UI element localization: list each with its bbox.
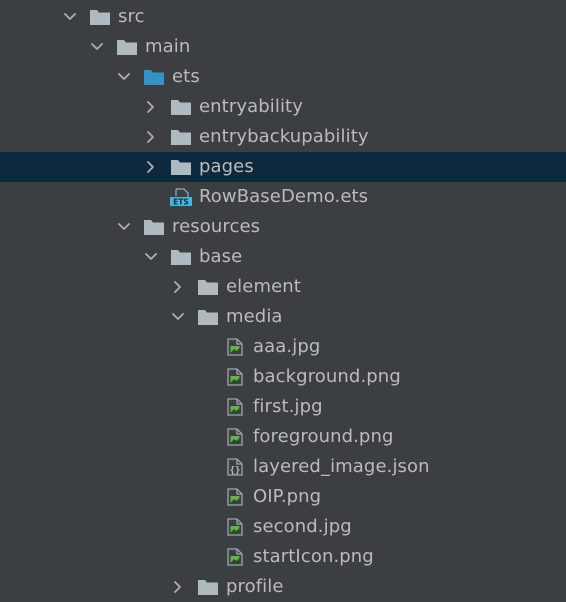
image-file-icon	[224, 518, 246, 536]
tree-item-label: foreground.png	[253, 426, 394, 447]
json-file-icon: {}	[224, 458, 246, 476]
tree-item-label: main	[145, 36, 191, 57]
folder-icon	[170, 128, 192, 146]
image-file-icon	[224, 488, 246, 506]
tree-item-label: second.jpg	[253, 516, 352, 537]
folder-icon	[170, 248, 192, 266]
tree-row-aaa-jpg[interactable]: aaa.jpg	[0, 332, 566, 362]
tree-row-resources[interactable]: resources	[0, 212, 566, 242]
tree-row-first-jpg[interactable]: first.jpg	[0, 392, 566, 422]
tree-item-label: element	[226, 276, 301, 297]
tree-item-label: media	[226, 306, 283, 327]
tree-item-label: first.jpg	[253, 396, 323, 417]
folder-icon	[170, 158, 192, 176]
svg-text:ETS: ETS	[173, 198, 189, 207]
chevron-down-icon[interactable]	[116, 219, 132, 235]
chevron-down-icon[interactable]	[170, 309, 186, 325]
image-file-icon	[224, 398, 246, 416]
tree-item-label: OIP.png	[253, 486, 322, 507]
tree-row-ets[interactable]: ets	[0, 62, 566, 92]
tree-row-oip-png[interactable]: OIP.png	[0, 482, 566, 512]
tree-item-label: pages	[199, 156, 254, 177]
chevron-right-icon[interactable]	[170, 279, 186, 295]
tree-row-second-jpg[interactable]: second.jpg	[0, 512, 566, 542]
image-file-icon	[224, 368, 246, 386]
chevron-right-icon[interactable]	[170, 579, 186, 595]
chevron-down-icon[interactable]	[143, 249, 159, 265]
image-file-icon	[224, 338, 246, 356]
folder-icon	[197, 278, 219, 296]
tree-item-label: layered_image.json	[253, 456, 430, 477]
tree-item-label: ets	[172, 66, 200, 87]
folder-icon	[197, 578, 219, 596]
tree-item-label: profile	[226, 576, 284, 597]
tree-row-pages[interactable]: pages	[0, 152, 566, 182]
tree-item-label: aaa.jpg	[253, 336, 321, 357]
image-file-icon	[224, 548, 246, 566]
chevron-down-icon[interactable]	[89, 39, 105, 55]
chevron-right-icon[interactable]	[143, 129, 159, 145]
tree-row-entryability[interactable]: entryability	[0, 92, 566, 122]
tree-row-background-png[interactable]: background.png	[0, 362, 566, 392]
chevron-right-icon[interactable]	[143, 99, 159, 115]
tree-row-main[interactable]: main	[0, 32, 566, 62]
tree-item-label: src	[118, 6, 145, 27]
tree-row-src[interactable]: src	[0, 2, 566, 32]
folder-icon	[89, 8, 111, 26]
tree-item-label: startIcon.png	[253, 546, 374, 567]
chevron-down-icon[interactable]	[62, 9, 78, 25]
ets-file-icon: ETS	[170, 188, 192, 206]
image-file-icon	[224, 428, 246, 446]
folder-icon	[116, 38, 138, 56]
source-folder-icon	[143, 68, 165, 86]
tree-row-starticon-png[interactable]: startIcon.png	[0, 542, 566, 572]
svg-text:{}: {}	[230, 466, 241, 476]
tree-row-base[interactable]: base	[0, 242, 566, 272]
tree-row-media[interactable]: media	[0, 302, 566, 332]
folder-icon	[143, 218, 165, 236]
tree-item-label: resources	[172, 216, 261, 237]
chevron-right-icon[interactable]	[143, 159, 159, 175]
tree-item-label: background.png	[253, 366, 401, 387]
chevron-down-icon[interactable]	[116, 69, 132, 85]
tree-row-layered-image-json[interactable]: {} layered_image.json	[0, 452, 566, 482]
tree-row-entrybackupability[interactable]: entrybackupability	[0, 122, 566, 152]
tree-item-label: base	[199, 246, 243, 267]
tree-item-label: entrybackupability	[199, 126, 369, 147]
tree-row-profile[interactable]: profile	[0, 572, 566, 602]
folder-icon	[197, 308, 219, 326]
tree-item-label: RowBaseDemo.ets	[199, 186, 369, 207]
tree-row-element[interactable]: element	[0, 272, 566, 302]
tree-item-label: entryability	[199, 96, 303, 117]
project-tree: src main ets entryability entrybackupability…	[0, 2, 566, 602]
folder-icon	[170, 98, 192, 116]
tree-row-foreground-png[interactable]: foreground.png	[0, 422, 566, 452]
tree-row-rowbasedemo-ets[interactable]: ETS RowBaseDemo.ets	[0, 182, 566, 212]
